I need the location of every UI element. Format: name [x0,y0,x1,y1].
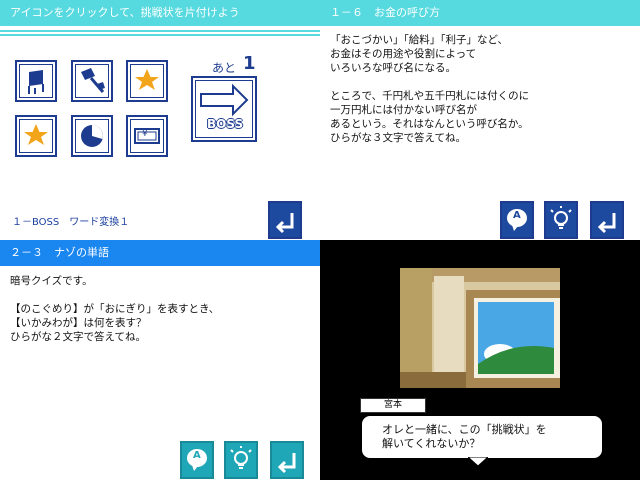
answer-button[interactable]: A [500,201,534,239]
hint-button[interactable] [544,201,578,239]
stage-subtitle: １－BOSS ワード変換１ [12,217,130,228]
answer-button-label: A [193,450,201,461]
panel-bottom-right: 宮本 オレと一緒に、この「挑戦状」を 解いてくれないか？ [320,240,640,480]
question-text: 「おこづかい」「給料」「利子」など、 お金はその用途や役割によって いろいろな呼… [330,34,530,144]
panel-top-right: １－６ お金の呼び方 「おこづかい」「給料」「利子」など、 お金はその用途や役割… [320,0,640,240]
star-icon[interactable] [15,115,57,157]
header-stripe [0,34,320,36]
back-button[interactable] [268,201,302,239]
lightbulb-icon [550,206,572,229]
back-button[interactable] [270,441,304,479]
question-text: 暗号クイズです。 【のこぐめり】が「おにぎり」を表すとき、 【いかみわが】は何を… [10,275,220,343]
money-icon[interactable]: ¥ [126,115,168,157]
panel-bottom-left: ２－３ ナゾの単語 暗号クイズです。 【のこぐめり】が「おにぎり」を表すとき、 … [0,240,320,480]
remaining-label: あと [212,61,237,75]
yen-symbol: ¥ [142,129,148,139]
boss-label: BOSS [207,117,244,131]
remaining-count: 1 [243,53,256,74]
star-icon[interactable] [126,60,168,102]
dialog-text: オレと一緒に、この「挑戦状」を 解いてくれないか？ [382,423,547,450]
panel-top-left: アイコンをクリックして、挑戦状を片付けよう ¥ あと 1 BOSS １－BOSS… [0,0,320,240]
hint-button[interactable] [224,441,258,479]
panel-header: ２－３ ナゾの単語 [0,240,320,266]
dialog-box[interactable]: オレと一緒に、この「挑戦状」を 解いてくれないか？ [360,414,604,460]
pie-chart-icon[interactable] [71,115,113,157]
header-stripe [0,30,320,32]
boss-tile[interactable]: BOSS [191,76,257,142]
panel-header: １－６ お金の呼び方 [320,0,640,26]
continue-indicator-icon[interactable] [468,457,488,467]
hammer-icon[interactable] [71,60,113,102]
speaker-name: 宮本 [360,398,426,413]
answer-button-label: A [513,210,521,221]
chair-icon[interactable] [15,60,57,102]
answer-button[interactable]: A [180,441,214,479]
lightbulb-icon [230,446,252,469]
back-button[interactable] [590,201,624,239]
scene-image [400,268,560,388]
panel-header: アイコンをクリックして、挑戦状を片付けよう [0,0,320,26]
